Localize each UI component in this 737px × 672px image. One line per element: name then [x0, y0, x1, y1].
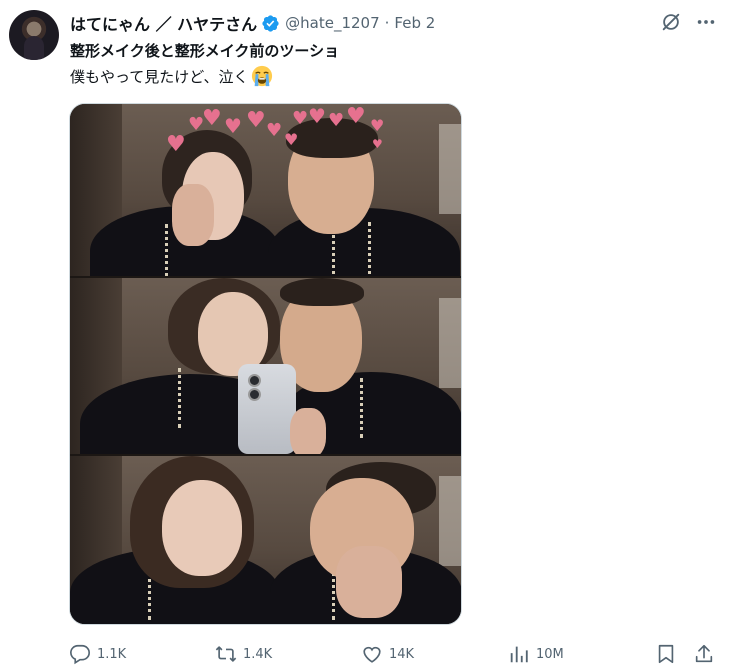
post-date[interactable]: Feb 2 — [394, 14, 435, 32]
tweet-text-line-1: 整形メイク後と整形メイク前のツーショ — [70, 42, 340, 60]
bookmark-button[interactable] — [655, 639, 677, 669]
retweet-button[interactable]: 1.4K — [215, 639, 272, 669]
avatar[interactable] — [9, 10, 59, 60]
tweet-text: 整形メイク後と整形メイク前のツーショ 僕もやって見たけど、泣く — [70, 38, 339, 90]
separator-dot: · — [384, 14, 390, 32]
photo-panel-3 — [70, 456, 461, 624]
share-button[interactable] — [693, 639, 715, 669]
retweet-count: 1.4K — [243, 646, 273, 662]
verified-badge-icon[interactable] — [261, 14, 280, 33]
like-count: 14K — [389, 646, 415, 662]
view-count: 10M — [536, 646, 564, 662]
heart-icon — [363, 646, 381, 663]
tweet-text-line-2-content: 僕もやって見たけど、泣く — [70, 68, 249, 86]
reply-icon — [70, 644, 90, 665]
views-chart-icon — [510, 646, 528, 663]
reply-button[interactable]: 1.1K — [69, 639, 126, 669]
user-handle[interactable]: @hate_1207 — [285, 14, 379, 32]
tweet-header: はてにゃん ／ ハヤテさん @hate_1207 · Feb 2 — [70, 11, 435, 35]
photo-panel-2 — [70, 278, 461, 454]
like-button[interactable]: 14K — [361, 639, 414, 669]
action-bar: 1.1K 1.4K 14K 10M — [0, 639, 737, 669]
loudly-crying-face-icon — [251, 65, 273, 87]
bookmark-icon — [658, 644, 674, 664]
reply-count: 1.1K — [97, 646, 127, 662]
grok-icon[interactable] — [660, 11, 682, 33]
views-button[interactable]: 10M — [508, 639, 564, 669]
more-options-icon[interactable] — [695, 11, 717, 33]
retweet-icon — [215, 646, 237, 662]
tweet-text-line-2: 僕もやって見たけど、泣く — [70, 64, 339, 90]
display-name[interactable]: はてにゃん ／ ハヤテさん — [70, 11, 257, 35]
tweet-photo[interactable]: ♥ ♥ ♥ ♥ ♥ ♥ ♥ ♥ ♥ ♥ ♥ ♥ ♥ — [69, 103, 462, 625]
photo-panel-1: ♥ ♥ ♥ ♥ ♥ ♥ ♥ ♥ ♥ ♥ ♥ ♥ ♥ — [70, 104, 461, 276]
share-icon — [695, 644, 713, 663]
